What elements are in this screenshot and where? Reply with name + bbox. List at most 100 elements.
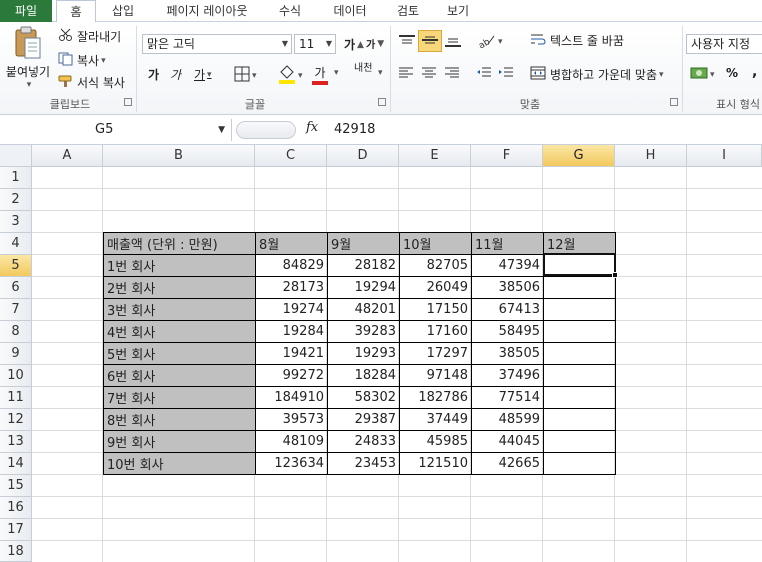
percent-style-button[interactable]: % (726, 66, 738, 80)
value-cell[interactable] (543, 364, 616, 387)
fill-color-button[interactable]: ▾ (278, 64, 303, 87)
value-cell[interactable]: 38506 (471, 276, 544, 299)
value-cell[interactable]: 48109 (255, 430, 328, 453)
value-cell[interactable]: 28182 (327, 254, 400, 277)
tab-data[interactable]: 데이터 (322, 0, 378, 22)
table-header-cell[interactable]: 9월 (327, 232, 400, 255)
tab-insert[interactable]: 삽입 (102, 0, 144, 22)
phonetic-button[interactable]: 내천 (354, 64, 372, 74)
font-size-combo[interactable]: 11 ▼ (294, 34, 336, 54)
shrink-font-button[interactable]: 가 ▼ (366, 36, 384, 52)
company-cell[interactable]: 8번 회사 (103, 408, 256, 431)
value-cell[interactable]: 17160 (399, 320, 472, 343)
company-cell[interactable]: 7번 회사 (103, 386, 256, 409)
company-cell[interactable]: 2번 회사 (103, 276, 256, 299)
tab-review[interactable]: 검토 (388, 0, 428, 22)
tab-file[interactable]: 파일 (0, 0, 52, 22)
value-cell[interactable]: 18284 (327, 364, 400, 387)
name-box[interactable]: G5 ▼ (0, 119, 232, 141)
underline-button[interactable]: 가 ▾ (194, 66, 212, 83)
value-cell[interactable]: 42665 (471, 452, 544, 475)
table-header-cell[interactable]: 11월 (471, 232, 544, 255)
increase-indent-button[interactable] (498, 66, 514, 83)
row-header[interactable]: 15 (0, 475, 32, 497)
value-cell[interactable]: 17150 (399, 298, 472, 321)
table-header-cell[interactable]: 8월 (255, 232, 328, 255)
company-cell[interactable]: 5번 회사 (103, 342, 256, 365)
company-cell[interactable]: 4번 회사 (103, 320, 256, 343)
row-header[interactable]: 10 (0, 365, 32, 387)
accounting-format-button[interactable]: ▾ (690, 66, 715, 83)
row-header[interactable]: 13 (0, 431, 32, 453)
value-cell[interactable]: 39283 (327, 320, 400, 343)
value-cell[interactable] (543, 430, 616, 453)
column-header-h[interactable]: H (615, 145, 687, 167)
value-cell[interactable]: 182786 (399, 386, 472, 409)
table-header-cell[interactable]: 12월 (543, 232, 616, 255)
value-cell[interactable]: 99272 (255, 364, 328, 387)
value-cell[interactable]: 29387 (327, 408, 400, 431)
value-cell[interactable]: 77514 (471, 386, 544, 409)
column-header-f[interactable]: F (471, 145, 543, 167)
tab-formulas[interactable]: 수식 (268, 0, 312, 22)
company-cell[interactable]: 1번 회사 (103, 254, 256, 277)
font-size-dropdown-icon[interactable]: ▼ (326, 35, 332, 53)
row-header[interactable]: 7 (0, 299, 32, 321)
value-cell[interactable]: 19284 (255, 320, 328, 343)
value-cell[interactable]: 82705 (399, 254, 472, 277)
table-header-cell[interactable]: 매출액 (단위 : 만원) (103, 232, 256, 255)
font-dialog-launcher-icon[interactable] (378, 98, 386, 106)
row-header[interactable]: 2 (0, 189, 32, 211)
row-header[interactable]: 12 (0, 409, 32, 431)
copy-button[interactable]: 복사 ▾ (58, 52, 106, 69)
borders-dropdown-icon[interactable]: ▾ (252, 71, 257, 81)
value-cell[interactable] (543, 320, 616, 343)
row-header[interactable]: 17 (0, 519, 32, 541)
value-cell[interactable] (543, 408, 616, 431)
tab-home[interactable]: 홈 (56, 0, 96, 23)
value-cell[interactable]: 58495 (471, 320, 544, 343)
phonetic-dropdown-icon[interactable]: ▾ (376, 68, 383, 78)
company-cell[interactable]: 3번 회사 (103, 298, 256, 321)
row-header-selected[interactable]: 5 (0, 255, 32, 277)
row-header[interactable]: 11 (0, 387, 32, 409)
column-header-g[interactable]: G (543, 145, 615, 167)
value-cell[interactable] (543, 276, 616, 299)
table-header-cell[interactable]: 10월 (399, 232, 472, 255)
align-bottom-button[interactable] (444, 34, 462, 51)
value-cell[interactable]: 44045 (471, 430, 544, 453)
tab-page-layout[interactable]: 페이지 레이아웃 (154, 0, 260, 22)
value-cell[interactable]: 67413 (471, 298, 544, 321)
value-cell[interactable] (543, 298, 616, 321)
worksheet-grid[interactable]: A B C D E F G H I 1 2 3 4 5 6 7 8 9 10 1… (0, 145, 762, 562)
orientation-dropdown-icon[interactable]: ▾ (498, 37, 503, 47)
value-cell[interactable]: 26049 (399, 276, 472, 299)
value-cell[interactable] (543, 342, 616, 365)
font-color-dropdown-icon[interactable]: ▾ (332, 68, 339, 78)
column-header-b[interactable]: B (103, 145, 255, 167)
paste-button[interactable]: 붙여넣기 ▾ (6, 26, 50, 92)
clipboard-dialog-launcher-icon[interactable] (124, 98, 132, 106)
tab-view[interactable]: 보기 (438, 0, 478, 22)
row-header[interactable]: 18 (0, 541, 32, 562)
row-header[interactable]: 4 (0, 233, 32, 255)
select-all-corner[interactable] (0, 145, 32, 167)
copy-dropdown-icon[interactable]: ▾ (101, 56, 106, 66)
value-cell[interactable] (543, 386, 616, 409)
value-cell[interactable]: 123634 (255, 452, 328, 475)
format-painter-button[interactable]: 서식 복사 (58, 74, 125, 91)
comma-style-button[interactable]: , (752, 64, 757, 80)
insert-function-icon[interactable]: fx (306, 120, 318, 135)
column-header-d[interactable]: D (327, 145, 399, 167)
italic-button[interactable]: 가 (170, 66, 181, 83)
value-cell[interactable]: 37449 (399, 408, 472, 431)
paste-dropdown-icon[interactable]: ▾ (27, 80, 32, 90)
bold-button[interactable]: 가 (148, 66, 159, 83)
value-cell[interactable] (543, 254, 616, 277)
value-cell[interactable]: 19274 (255, 298, 328, 321)
fill-color-dropdown-icon[interactable]: ▾ (298, 71, 303, 81)
fill-handle[interactable] (612, 272, 618, 278)
formula-bar-splitter[interactable] (236, 121, 296, 139)
value-cell[interactable]: 97148 (399, 364, 472, 387)
merge-center-button[interactable]: 병합하고 가운데 맞춤 ▾ (530, 66, 664, 83)
